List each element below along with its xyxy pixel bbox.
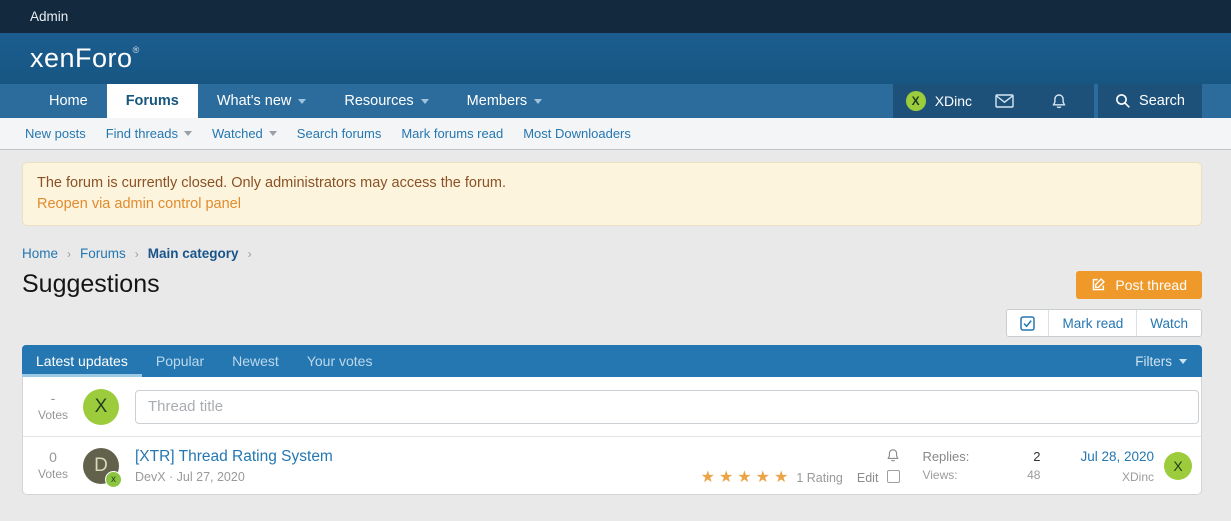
bell-icon bbox=[1051, 93, 1067, 110]
reopen-admin-link[interactable]: Reopen via admin control panel bbox=[37, 194, 241, 215]
account-menu[interactable]: X XDinc bbox=[893, 84, 1094, 118]
nav-tab-whats-new[interactable]: What's new bbox=[198, 84, 326, 118]
thread-title-link[interactable]: [XTR] Thread Rating System bbox=[135, 448, 333, 466]
user-avatar[interactable]: X bbox=[906, 91, 926, 111]
votes-cell: 0 Votes bbox=[23, 450, 83, 482]
votes-label: Votes bbox=[23, 467, 83, 482]
chevron-down-icon bbox=[269, 131, 277, 136]
nav-tab-resources[interactable]: Resources bbox=[325, 84, 447, 118]
edit-link[interactable]: Edit bbox=[857, 471, 879, 485]
thread-stats: Replies: 2 Views: 48 bbox=[922, 449, 1040, 482]
sub-nav: New posts Find threads Watched Search fo… bbox=[0, 118, 1231, 150]
watch-button[interactable]: Watch bbox=[1137, 310, 1201, 336]
xenforo-logo[interactable]: xenForo® bbox=[30, 43, 140, 74]
last-post-user: XDinc bbox=[1080, 470, 1154, 484]
registered-mark: ® bbox=[133, 45, 140, 55]
breadcrumb-separator: › bbox=[135, 247, 139, 261]
last-post-avatar[interactable]: X bbox=[1164, 452, 1192, 480]
actions-row: Mark read Watch bbox=[22, 309, 1202, 337]
tab-latest-updates[interactable]: Latest updates bbox=[22, 345, 142, 377]
chevron-down-icon bbox=[298, 99, 306, 104]
nav-tab-members[interactable]: Members bbox=[448, 84, 561, 118]
envelope-icon bbox=[995, 94, 1014, 108]
alerts-button[interactable] bbox=[1037, 93, 1081, 110]
admin-bar: Admin bbox=[0, 0, 1231, 33]
title-row: Suggestions Post thread bbox=[22, 270, 1202, 299]
user-name[interactable]: XDinc bbox=[935, 93, 972, 109]
views-label: Views: bbox=[922, 468, 969, 482]
current-user-avatar[interactable]: X bbox=[83, 389, 119, 425]
breadcrumb-main-category[interactable]: Main category bbox=[148, 246, 239, 261]
votes-value: 0 bbox=[23, 450, 83, 465]
page-title: Suggestions bbox=[22, 270, 160, 299]
chevron-down-icon bbox=[1179, 359, 1187, 364]
star-rating-icons: ★★★★★ bbox=[701, 471, 793, 485]
conversations-button[interactable] bbox=[981, 94, 1028, 108]
watch-select-column bbox=[886, 448, 900, 483]
subnav-mark-forums-read[interactable]: Mark forums read bbox=[391, 126, 513, 141]
post-thread-button[interactable]: Post thread bbox=[1076, 271, 1202, 299]
chevron-down-icon bbox=[184, 131, 192, 136]
thread-rating: ★★★★★ 1 Rating Edit bbox=[701, 471, 879, 485]
watch-thread-button[interactable] bbox=[886, 448, 900, 463]
votes-value: - bbox=[23, 391, 83, 406]
select-all-checkbox[interactable] bbox=[1007, 310, 1049, 336]
bell-icon bbox=[886, 448, 900, 463]
main-nav: Home Forums What's new Resources Members… bbox=[0, 84, 1231, 118]
last-post-date-link[interactable]: Jul 28, 2020 bbox=[1080, 449, 1154, 464]
nav-right: X XDinc Search bbox=[893, 84, 1202, 118]
thread-author-avatar[interactable]: D x bbox=[83, 448, 119, 484]
tab-popular[interactable]: Popular bbox=[142, 345, 218, 377]
site-header: xenForo® bbox=[0, 33, 1231, 84]
thread-row: 0 Votes D x [XTR] Thread Rating System D… bbox=[23, 437, 1201, 494]
admin-link[interactable]: Admin bbox=[30, 9, 68, 24]
search-button[interactable]: Search bbox=[1098, 84, 1202, 118]
thread-main: [XTR] Thread Rating System DevX · Jul 27… bbox=[135, 448, 701, 484]
subnav-find-threads[interactable]: Find threads bbox=[96, 126, 202, 141]
notice-message: The forum is currently closed. Only admi… bbox=[37, 173, 1187, 194]
nav-tab-home[interactable]: Home bbox=[30, 84, 107, 118]
checkbox-checked-icon bbox=[1020, 316, 1035, 331]
avatar-badge: x bbox=[105, 471, 122, 488]
breadcrumb-forums[interactable]: Forums bbox=[80, 246, 126, 261]
thread-list-tabs: Latest updates Popular Newest Your votes… bbox=[22, 345, 1202, 377]
votes-label: Votes bbox=[23, 408, 83, 423]
chevron-down-icon bbox=[421, 99, 429, 104]
thread-title-input[interactable] bbox=[135, 390, 1199, 424]
quick-thread-row: - Votes X bbox=[23, 377, 1201, 437]
tab-newest[interactable]: Newest bbox=[218, 345, 293, 377]
subnav-search-forums[interactable]: Search forums bbox=[287, 126, 392, 141]
search-icon bbox=[1115, 93, 1131, 109]
breadcrumb-home[interactable]: Home bbox=[22, 246, 58, 261]
page-content: The forum is currently closed. Only admi… bbox=[0, 162, 1231, 495]
thread-author-date: DevX · Jul 27, 2020 bbox=[135, 470, 701, 484]
breadcrumb-separator: › bbox=[248, 247, 252, 261]
subnav-new-posts[interactable]: New posts bbox=[15, 126, 96, 141]
breadcrumb-separator: › bbox=[67, 247, 71, 261]
nav-tab-forums[interactable]: Forums bbox=[107, 84, 198, 118]
replies-value: 2 bbox=[969, 449, 1040, 464]
breadcrumb: Home › Forums › Main category › bbox=[22, 246, 1202, 261]
tab-your-votes[interactable]: Your votes bbox=[293, 345, 387, 377]
mark-read-button[interactable]: Mark read bbox=[1049, 310, 1137, 336]
edit-pencil-icon bbox=[1091, 277, 1106, 292]
chevron-down-icon bbox=[534, 99, 542, 104]
last-post: Jul 28, 2020 XDinc X bbox=[1080, 448, 1192, 484]
votes-cell: - Votes bbox=[23, 391, 83, 423]
rating-count-label: 1 Rating bbox=[796, 471, 843, 485]
subnav-watched[interactable]: Watched bbox=[202, 126, 287, 141]
thread-actions-group: Mark read Watch bbox=[1006, 309, 1202, 337]
forum-closed-notice: The forum is currently closed. Only admi… bbox=[22, 162, 1202, 226]
last-post-text: Jul 28, 2020 XDinc bbox=[1080, 448, 1154, 484]
subnav-most-downloaders[interactable]: Most Downloaders bbox=[513, 126, 641, 141]
thread-list: - Votes X 0 Votes D x [XTR] Thread Ratin… bbox=[22, 377, 1202, 495]
views-value: 48 bbox=[969, 468, 1040, 482]
thread-select-checkbox[interactable] bbox=[887, 470, 900, 483]
filters-button[interactable]: Filters bbox=[1120, 345, 1202, 377]
replies-label: Replies: bbox=[922, 449, 969, 464]
